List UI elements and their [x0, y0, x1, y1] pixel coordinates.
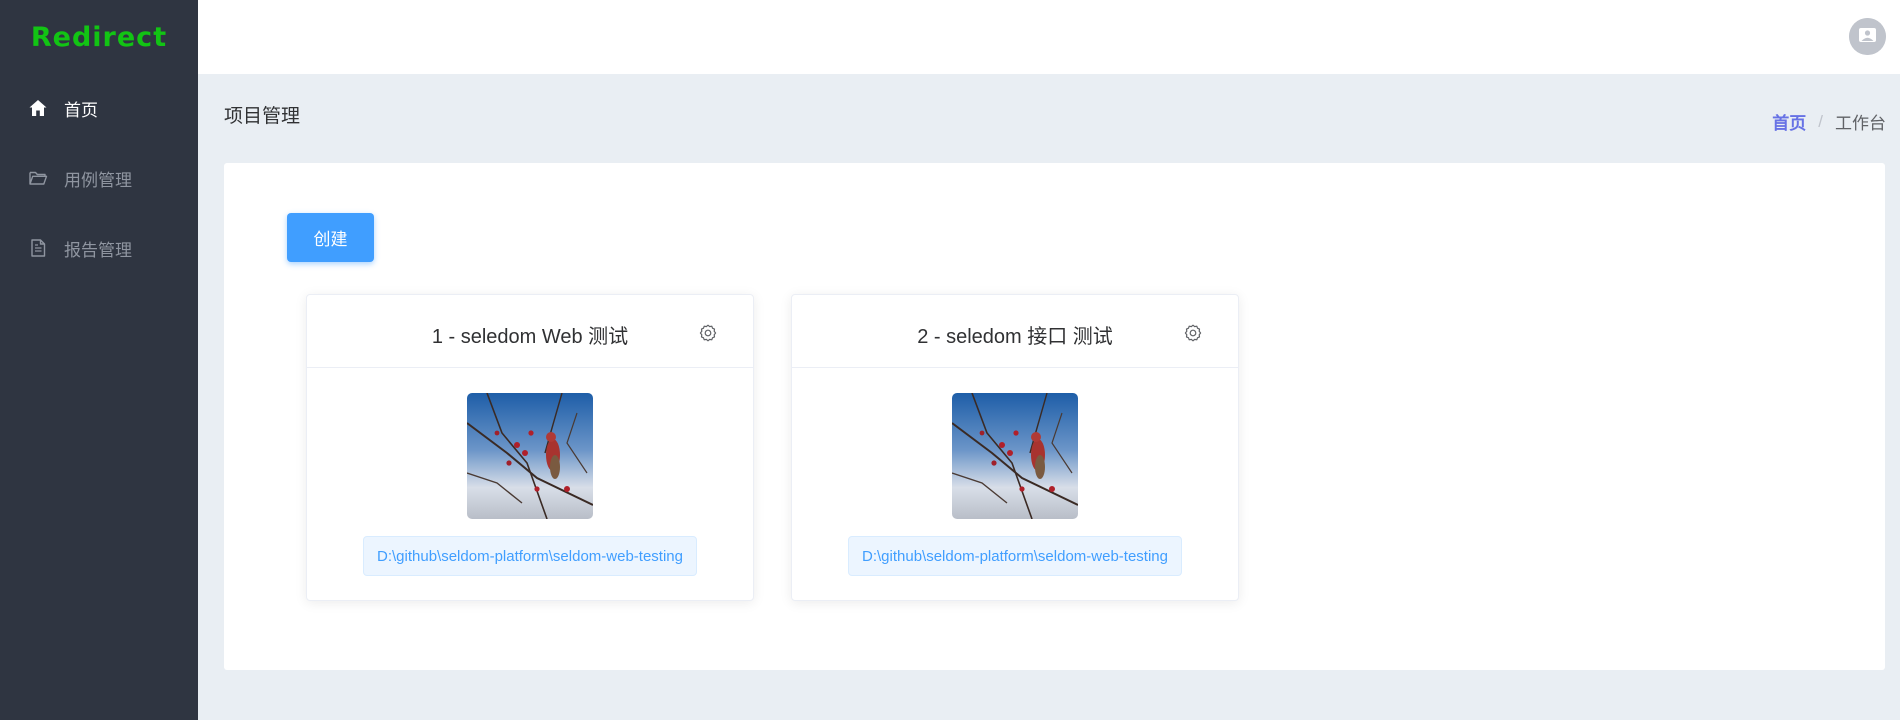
gear-icon[interactable] [699, 324, 717, 342]
sidebar-item-label: 用例管理 [64, 170, 132, 190]
project-title: 1 - seledom Web 测试 [431, 326, 629, 348]
home-icon [27, 97, 49, 119]
sidebar-item-reports[interactable]: 报告管理 [0, 213, 198, 283]
project-card-header: 1 - seledom Web 测试 [307, 295, 753, 368]
sidebar-item-cases[interactable]: 用例管理 [0, 143, 198, 213]
breadcrumb-current: 工作台 [1835, 114, 1886, 133]
folder-icon [27, 167, 49, 189]
sidebar-nav: 首页 用例管理 报告管理 [0, 73, 198, 283]
project-card-header: 2 - seledom 接口 测试 [792, 295, 1238, 368]
app-logo[interactable]: Redirect [0, 22, 198, 53]
sidebar: Redirect 首页 用例管理 报告管理 [0, 0, 198, 720]
project-thumbnail [467, 393, 593, 519]
user-avatar-icon[interactable] [1849, 18, 1886, 55]
project-panel: 创建 1 - seledom Web 测试 D:\github\seldom-p… [224, 163, 1885, 670]
project-card[interactable]: 1 - seledom Web 测试 D:\github\seldom-plat… [306, 294, 754, 601]
create-project-button[interactable]: 创建 [287, 213, 374, 262]
top-header [198, 0, 1900, 74]
project-title: 2 - seledom 接口 测试 [917, 326, 1113, 348]
project-thumbnail [952, 393, 1078, 519]
breadcrumb: 首页 / 工作台 [1772, 109, 1886, 134]
breadcrumb-separator: / [1818, 111, 1823, 131]
gear-icon[interactable] [1184, 324, 1202, 342]
document-icon [27, 237, 49, 259]
sidebar-item-label: 首页 [64, 100, 98, 120]
breadcrumb-home-link[interactable]: 首页 [1772, 109, 1806, 134]
sidebar-item-label: 报告管理 [64, 240, 132, 260]
page-title: 项目管理 [224, 106, 301, 127]
project-card[interactable]: 2 - seledom 接口 测试 D:\github\seldom-platf… [791, 294, 1239, 601]
project-path-tag: D:\github\seldom-platform\seldom-web-tes… [363, 536, 697, 576]
project-path-tag: D:\github\seldom-platform\seldom-web-tes… [848, 536, 1182, 576]
sidebar-item-home[interactable]: 首页 [0, 73, 198, 143]
